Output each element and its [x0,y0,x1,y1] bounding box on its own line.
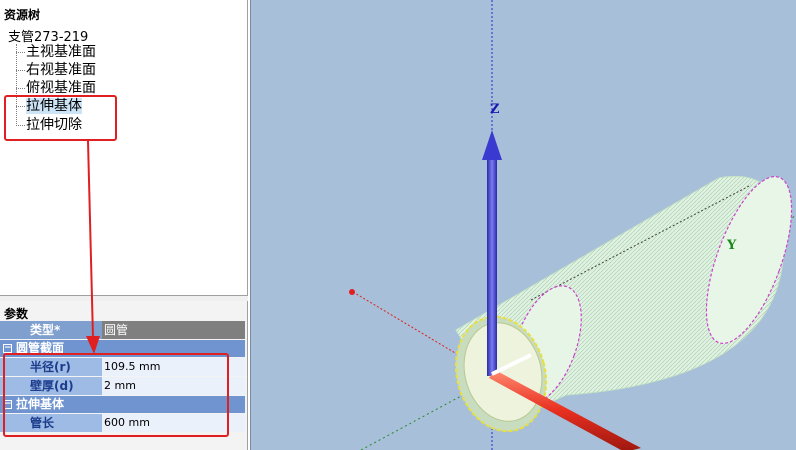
3d-scene [349,0,796,450]
tree-connector [16,52,25,53]
tree-item-front-plane[interactable]: 主视基准面 [26,44,96,60]
z-axis-label: Z [490,102,500,117]
param-row-type[interactable]: 类型* 圆管 [0,321,245,339]
y-axis-label: Y [727,238,737,253]
tree-item-top-plane[interactable]: 俯视基准面 [26,80,96,96]
tree-item-right-plane[interactable]: 右视基准面 [26,62,96,78]
tree-connector [16,88,25,89]
param-key-type: 类型* [0,321,102,339]
3d-viewport[interactable]: Z Y [250,0,796,450]
collapse-icon[interactable]: − [3,344,12,353]
parameter-panel: 参数 类型* 圆管 − 圆管截面 半径(r) 109.5 mm 壁厚(d) 2 … [0,301,248,450]
origin-marker [349,289,355,295]
annotation-box-tree [4,95,117,141]
tree-root-node[interactable]: 支管273-219 [8,26,88,45]
resource-tree-panel: 资源树 支管273-219 主视基准面 右视基准面 俯视基准面 拉伸基体 拉伸切… [0,0,248,296]
parameter-panel-title: 参数 [4,307,29,321]
param-value-type[interactable]: 圆管 [102,321,245,339]
resource-tree-title: 资源树 [4,8,41,22]
z-axis-shaft [487,158,497,376]
annotation-box-params [3,353,229,437]
tree-connector [16,70,25,71]
z-axis-arrowhead [482,130,502,160]
left-panel: 资源树 支管273-219 主视基准面 右视基准面 俯视基准面 拉伸基体 拉伸切… [0,0,248,450]
